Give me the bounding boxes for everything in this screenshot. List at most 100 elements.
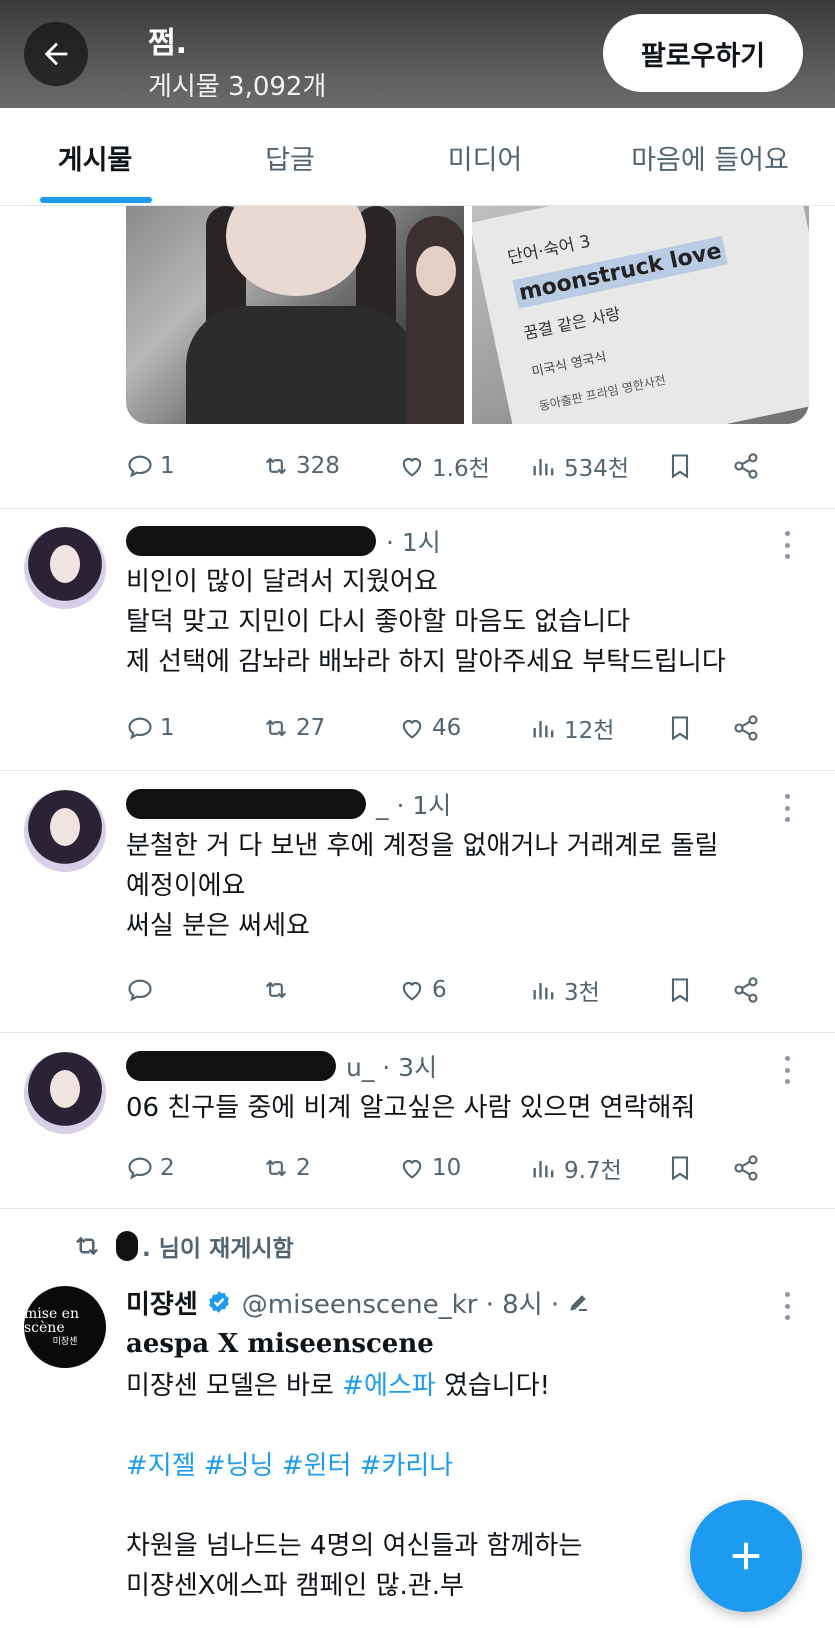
views-icon bbox=[533, 721, 554, 738]
heart-icon bbox=[402, 1160, 422, 1179]
post-photo-right[interactable]: 단어·숙어 3 moonstruck love 꿈결 같은 사랑 미국식 영국식… bbox=[472, 206, 809, 424]
brand-avatar[interactable]: mise en scène 미장센 bbox=[24, 1286, 106, 1368]
repost-count: 2 bbox=[296, 1155, 311, 1181]
views-button[interactable]: 534천 bbox=[530, 444, 629, 488]
repost-icon bbox=[265, 981, 287, 999]
tab-replies[interactable]: 답글 bbox=[220, 108, 360, 206]
back-button[interactable] bbox=[24, 22, 88, 86]
share-icon bbox=[734, 1155, 758, 1181]
bookmark-button[interactable] bbox=[666, 444, 694, 488]
repost-button[interactable] bbox=[262, 968, 296, 1012]
like-button[interactable]: 10 bbox=[398, 1146, 461, 1190]
author-name[interactable]: 미쟝센 bbox=[126, 1284, 198, 1321]
reply-count: 2 bbox=[160, 1155, 175, 1181]
like-button[interactable]: 6 bbox=[398, 968, 447, 1012]
tab-media[interactable]: 미디어 bbox=[415, 108, 555, 206]
views-count: 534천 bbox=[564, 456, 630, 482]
bookmark-icon bbox=[671, 454, 689, 479]
views-button[interactable]: 3천 bbox=[530, 968, 600, 1012]
repost-count: 27 bbox=[296, 715, 326, 741]
divider bbox=[0, 508, 835, 509]
compose-button[interactable] bbox=[690, 1500, 802, 1612]
reply-icon bbox=[128, 979, 152, 1002]
bookmark-button[interactable] bbox=[666, 706, 694, 750]
tweet-line: 분철한 거 다 보낸 후에 계정을 없애거나 거래계로 돌릴 bbox=[126, 831, 719, 861]
bookmark-button[interactable] bbox=[666, 968, 694, 1012]
tab-likes[interactable]: 마음에 들어요 bbox=[605, 108, 815, 206]
more-options-button[interactable] bbox=[777, 527, 797, 563]
reply-button[interactable]: 2 bbox=[126, 1146, 175, 1190]
redacted-handle bbox=[126, 1051, 336, 1081]
reply-count: 1 bbox=[160, 715, 175, 741]
share-button[interactable] bbox=[732, 444, 760, 488]
views-icon bbox=[533, 983, 554, 1000]
edited-pencil-icon bbox=[570, 1295, 588, 1311]
post-actions: 6 3천 bbox=[126, 968, 796, 1012]
post-actions: 1 328 1.6천 534천 bbox=[126, 444, 796, 488]
views-count: 9.7천 bbox=[564, 1158, 622, 1184]
tweet-time: · 1시 bbox=[386, 528, 441, 557]
tweet-line: 제 선택에 감놔라 배놔라 하지 말아주세요 부탁드립니다 bbox=[126, 647, 726, 677]
share-button[interactable] bbox=[732, 1146, 760, 1190]
reply-button[interactable]: 1 bbox=[126, 444, 175, 488]
plus-icon bbox=[732, 1542, 760, 1570]
views-button[interactable]: 12천 bbox=[530, 706, 614, 750]
bookmark-icon bbox=[671, 1156, 689, 1181]
tweet-header: u_ · 3시 bbox=[126, 1046, 437, 1086]
like-count: 6 bbox=[432, 977, 447, 1003]
tweet-time: _ · 1시 bbox=[376, 791, 452, 820]
text-segment: 였습니다! bbox=[435, 1371, 551, 1401]
views-count: 12천 bbox=[564, 718, 615, 744]
more-options-button[interactable] bbox=[777, 1052, 797, 1088]
repost-button[interactable]: 2 bbox=[262, 1146, 311, 1190]
hashtag-links[interactable]: #지젤 #닝닝 #윈터 #카리나 bbox=[126, 1446, 816, 1486]
reply-icon bbox=[128, 717, 152, 740]
more-options-button[interactable] bbox=[777, 1288, 797, 1324]
redacted-name bbox=[116, 1231, 138, 1261]
post-photo-left[interactable] bbox=[126, 206, 464, 424]
tab-posts[interactable]: 게시물 bbox=[20, 108, 170, 206]
tweet-text: 비인이 많이 달려서 지웠어요 탈덕 맞고 지민이 다시 좋아할 마음도 없습니… bbox=[126, 562, 816, 682]
repost-button[interactable]: 27 bbox=[262, 706, 325, 750]
profile-tabs: 게시물 답글 미디어 마음에 들어요 bbox=[0, 108, 835, 206]
divider bbox=[0, 1208, 835, 1209]
tweet-line: 예정이에요 bbox=[126, 871, 246, 901]
repost-context[interactable]: . 님이 재게시함 bbox=[72, 1226, 294, 1266]
profile-header: 쩜. 게시물 3,092개 팔로우하기 bbox=[0, 0, 835, 108]
repost-label: . 님이 재게시함 bbox=[142, 1236, 294, 1262]
reply-button[interactable]: 1 bbox=[126, 706, 175, 750]
share-button[interactable] bbox=[732, 706, 760, 750]
divider bbox=[0, 770, 835, 771]
post-actions: 2 2 10 9.7천 bbox=[126, 1146, 796, 1190]
brand-logo-korean: 미장센 bbox=[52, 1336, 78, 1347]
reply-button[interactable] bbox=[126, 968, 160, 1012]
avatar[interactable] bbox=[24, 790, 106, 872]
share-button[interactable] bbox=[732, 968, 760, 1012]
like-button[interactable]: 46 bbox=[398, 706, 461, 750]
follow-button[interactable]: 팔로우하기 bbox=[603, 14, 803, 92]
avatar[interactable] bbox=[24, 1052, 106, 1134]
redacted-handle bbox=[126, 789, 366, 819]
tweet-line: 탈덕 맞고 지민이 다시 좋아할 마음도 없습니다 bbox=[126, 607, 631, 637]
post-actions: 1 27 46 12천 bbox=[126, 706, 796, 750]
more-options-button[interactable] bbox=[777, 790, 797, 826]
like-count: 1.6천 bbox=[432, 456, 490, 482]
repost-icon bbox=[265, 457, 287, 475]
views-button[interactable]: 9.7천 bbox=[530, 1146, 622, 1190]
bookmark-button[interactable] bbox=[666, 1146, 694, 1190]
repost-icon bbox=[76, 1236, 98, 1256]
repost-button[interactable]: 328 bbox=[262, 444, 340, 488]
avatar[interactable] bbox=[24, 527, 106, 609]
share-icon bbox=[734, 453, 758, 479]
reply-icon bbox=[128, 455, 152, 478]
tweet-line: 06 친구들 중에 비계 알고싶은 사람 있으면 연락해줘 bbox=[126, 1093, 696, 1123]
brand-logo-text: mise en scène bbox=[24, 1305, 79, 1337]
reply-icon bbox=[128, 1157, 152, 1180]
tweet-headline: aespa X miseenscene bbox=[126, 1329, 434, 1359]
like-count: 46 bbox=[432, 715, 462, 741]
tweet-header: · 1시 bbox=[126, 521, 441, 561]
like-button[interactable]: 1.6천 bbox=[398, 444, 490, 488]
heart-icon bbox=[402, 720, 422, 739]
heart-icon bbox=[402, 982, 422, 1001]
hashtag-link[interactable]: #에스파 bbox=[342, 1371, 436, 1401]
